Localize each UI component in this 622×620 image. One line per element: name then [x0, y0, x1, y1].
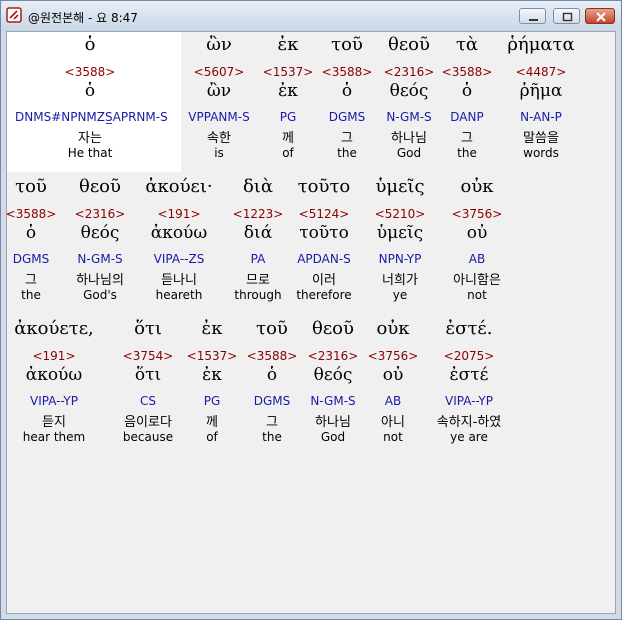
word-korean: 속하지-하였	[436, 415, 502, 430]
word-lemma: ἐστέ	[449, 365, 489, 385]
app-window: @원전본해 - 요 8:47 ὁ <3588> ὁ DNMS#NPNMZS̲APRNM…	[0, 0, 622, 620]
maximize-button[interactable]	[553, 8, 580, 24]
word-parse: AB	[468, 252, 486, 266]
app-icon	[6, 7, 22, 23]
word-lemma: ῥῆμα	[519, 81, 563, 101]
close-icon	[596, 12, 606, 22]
word-strong: <4487>	[515, 65, 567, 79]
word-parse: VIPA--YP	[445, 394, 493, 408]
word-english: words	[523, 146, 559, 160]
word-greek: ὁ	[84, 34, 96, 55]
interlinear-view[interactable]: ὁ <3588> ὁ DNMS#NPNMZS̲APRNM-S 자는 He that ὢν <5…	[6, 31, 616, 614]
close-button[interactable]	[585, 8, 615, 24]
word-parse: DNMS#NPNMZS̲APRNM-S	[15, 110, 168, 124]
word-english: He that	[67, 146, 113, 160]
word-strong: <2075>	[443, 349, 495, 363]
minimize-icon	[529, 19, 538, 21]
word-strong: <3756>	[451, 207, 503, 221]
word-greek: οὐκ	[460, 176, 494, 197]
window-title: @원전본해 - 요 8:47	[28, 11, 138, 25]
word-strong: <3588>	[64, 65, 116, 79]
interlinear-word[interactable]: οὐκ <3756> οὐ AB 아니함은 not	[402, 176, 552, 308]
word-korean: 말씀을	[523, 131, 559, 146]
word-korean: 자는	[78, 131, 102, 146]
word-greek: ἐστέ.	[445, 318, 493, 339]
word-lemma: ὁ	[84, 81, 96, 101]
interlinear-word[interactable]: ὁ <3588> ὁ DNMS#NPNMZS̲APRNM-S 자는 He that	[15, 34, 168, 166]
interlinear-word[interactable]: ῥήματα <4487> ῥῆμα N-AN-P 말씀을 words	[466, 34, 616, 166]
word-greek: ῥήματα	[507, 34, 575, 55]
maximize-icon	[562, 12, 573, 22]
word-korean: 아니함은	[453, 273, 501, 288]
word-english: not	[467, 288, 487, 302]
interlinear-word[interactable]: ἐστέ. <2075> ἐστέ VIPA--YP 속하지-하였 ye are	[394, 318, 544, 450]
word-lemma: οὐ	[466, 223, 488, 243]
title-bar[interactable]: @원전본해 - 요 8:47	[1, 1, 621, 31]
word-parse: N-AN-P	[520, 110, 562, 124]
word-english: ye are	[450, 430, 488, 444]
minimize-button[interactable]	[519, 8, 546, 24]
